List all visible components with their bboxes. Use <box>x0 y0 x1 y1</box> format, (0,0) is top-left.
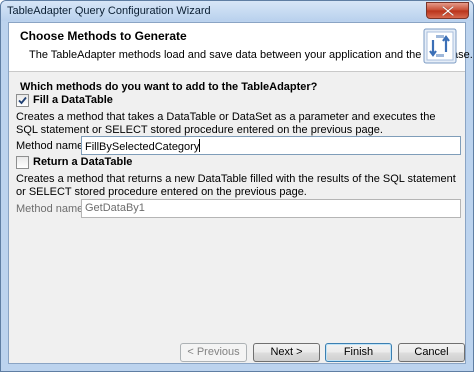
next-button[interactable]: Next > <box>253 343 320 362</box>
fill-method-name-value: FillBySelectedCategory <box>85 141 200 153</box>
wizard-window: TableAdapter Query Configuration Wizard … <box>0 0 474 372</box>
fill-method-name-label: Method name: <box>16 140 87 152</box>
page-description: The TableAdapter methods load and save d… <box>29 49 473 61</box>
fill-datatable-label[interactable]: Fill a DataTable <box>33 94 113 106</box>
previous-button[interactable]: < Previous <box>180 343 247 362</box>
finish-button[interactable]: Finish <box>325 343 392 362</box>
return-datatable-label[interactable]: Return a DataTable <box>33 156 132 168</box>
fill-method-name-input[interactable]: FillBySelectedCategory <box>81 136 461 155</box>
cancel-button[interactable]: Cancel <box>398 343 465 362</box>
return-datatable-description: Creates a method that returns a new Data… <box>16 173 456 198</box>
return-datatable-checkbox[interactable] <box>16 156 29 169</box>
wizard-header-icon <box>423 28 457 64</box>
fill-datatable-checkbox[interactable] <box>16 94 29 107</box>
window-title: TableAdapter Query Configuration Wizard <box>7 5 211 17</box>
title-bar[interactable]: TableAdapter Query Configuration Wizard <box>1 1 473 21</box>
methods-question: Which methods do you want to add to the … <box>20 81 318 93</box>
return-method-name-value: GetDataBy1 <box>85 202 145 214</box>
wizard-body: Choose Methods to Generate The TableAdap… <box>8 22 473 364</box>
page-title: Choose Methods to Generate <box>20 29 187 43</box>
checkmark-icon <box>18 96 27 105</box>
close-icon <box>442 6 454 16</box>
close-button[interactable] <box>426 2 469 19</box>
fill-datatable-description: Creates a method that takes a DataTable … <box>16 111 436 136</box>
text-caret <box>199 139 201 152</box>
return-method-name-input[interactable]: GetDataBy1 <box>81 199 461 218</box>
return-method-name-label: Method name: <box>16 203 87 215</box>
header-panel: Choose Methods to Generate The TableAdap… <box>9 23 473 72</box>
